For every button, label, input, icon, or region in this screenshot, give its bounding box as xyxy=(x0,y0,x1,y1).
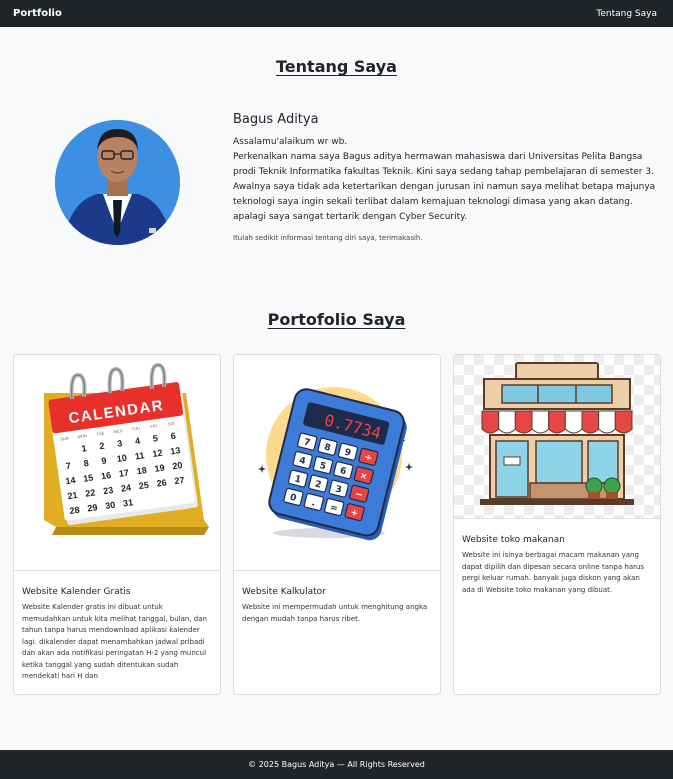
calendar-image: CALENDAR SUN MON TUE WED THU FRI SAT 123456789… xyxy=(14,355,220,571)
card-title[interactable]: Website Kalkulator xyxy=(242,587,432,597)
about-closing: Itulah sedikit informasi tentang diri sa… xyxy=(233,234,423,242)
calendar-icon: CALENDAR SUN MON TUE WED THU FRI SAT 1 2 3 4 5 67 8 9… xyxy=(44,362,209,535)
calendar-date: 27 xyxy=(174,475,185,486)
navbar-brand[interactable]: Portfolio xyxy=(13,8,62,19)
store-icon xyxy=(454,355,660,518)
calendar-date: 23 xyxy=(103,485,114,496)
awning-stripe xyxy=(564,410,583,434)
about-content: Bagus Aditya Assalamu'alaikum wr wb. Per… xyxy=(233,112,663,242)
portfolio-card-store[interactable]: Website toko makanan Website ini isinya … xyxy=(453,354,661,695)
nav-link-tentang-saya[interactable]: Tentang Saya xyxy=(596,9,657,19)
footer-text: © 2025 Bagus Aditya — All Rights Reserve… xyxy=(248,760,425,769)
calendar-date: 22 xyxy=(85,487,96,498)
card-title[interactable]: Website toko makanan xyxy=(462,535,652,545)
calculator-icon: 0.7734 7 8 9 ÷4 5 6 ×1 2 3 −0. = + xyxy=(258,387,413,541)
awning-stripe xyxy=(514,410,533,434)
calendar-date: 10 xyxy=(116,453,127,464)
about-greeting: Assalamu'alaikum wr wb. xyxy=(233,137,348,147)
calendar-date: 30 xyxy=(105,500,116,511)
page-footer: © 2025 Bagus Aditya — All Rights Reserve… xyxy=(0,750,673,779)
card-text: Website Kalender gratis ini dibuat untuk… xyxy=(22,603,207,680)
portfolio-card-calendar[interactable]: CALENDAR SUN MON TUE WED THU FRI SAT 123456789… xyxy=(13,354,221,695)
card-text: Website ini mempermudah untuk menghitung… xyxy=(242,603,428,623)
card-body: Website Kalkulator Website ini mempermud… xyxy=(242,587,432,625)
store-image xyxy=(454,355,660,519)
awning-stripe xyxy=(531,410,550,434)
calculator-image: 0.7734 7 8 9 ÷ 4 5 6 × 1 2 3−0. = + xyxy=(234,355,440,571)
calendar-date: 21 xyxy=(67,490,78,501)
card-body: Website Kalender Gratis Website Kalender… xyxy=(22,587,212,683)
calendar-date: 31 xyxy=(122,497,133,508)
portfolio-section-title: Portofolio Saya xyxy=(267,310,406,329)
calendar-day-label: FRI xyxy=(150,423,157,429)
store-awning xyxy=(481,410,633,434)
about-paragraph: Perkenalkan nama saya Bagus aditya herma… xyxy=(233,152,656,222)
awning-stripe xyxy=(581,410,600,434)
top-navbar: Portfolio Tentang Saya xyxy=(0,0,673,27)
profile-avatar xyxy=(55,120,180,245)
calendar-date: 17 xyxy=(118,468,129,479)
about-section-title: Tentang Saya xyxy=(276,57,397,76)
calendar-date: 14 xyxy=(65,475,76,486)
calendar-date: 29 xyxy=(87,502,98,513)
about-name: Bagus Aditya xyxy=(233,112,319,127)
calendar-date: 28 xyxy=(69,505,80,516)
portfolio-card-calculator[interactable]: 0.7734 7 8 9 ÷ 4 5 6 × 1 2 3−0. = + Website Kalkulat… xyxy=(233,354,441,695)
calendar-date: 12 xyxy=(152,448,163,459)
calendar-date: 20 xyxy=(172,460,183,471)
awning-stripe xyxy=(548,410,566,434)
awning-stripe xyxy=(481,410,500,434)
calendar-date: 24 xyxy=(120,482,131,493)
calendar-date: 13 xyxy=(170,445,181,456)
awning-stripe xyxy=(498,410,516,434)
calendar-date: 11 xyxy=(134,450,145,461)
calendar-date: 19 xyxy=(154,463,165,474)
calendar-date: 18 xyxy=(136,465,147,476)
card-title[interactable]: Website Kalender Gratis xyxy=(22,587,212,597)
card-body: Website toko makanan Website ini isinya … xyxy=(462,535,652,596)
profile-photo-image xyxy=(55,120,180,245)
card-text: Website ini isinya berbagai macam makana… xyxy=(462,551,645,594)
calendar-date: 26 xyxy=(156,477,167,488)
calendar-date: 25 xyxy=(138,480,149,491)
awning-stripe xyxy=(614,410,633,434)
awning-stripe xyxy=(598,410,616,434)
calendar-date: 16 xyxy=(100,470,111,481)
calendar-date: 15 xyxy=(83,473,94,484)
